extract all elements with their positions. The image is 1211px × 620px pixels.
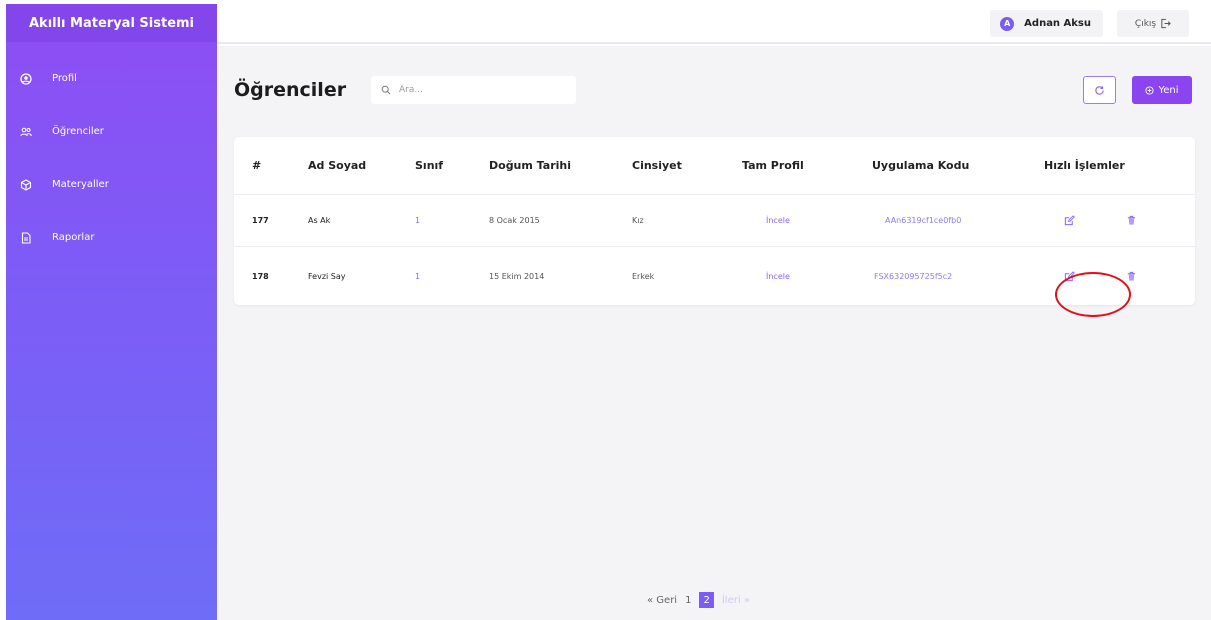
table-header: # Ad Soyad Sınıf Doğum Tarihi Cinsiyet T… xyxy=(234,137,1195,194)
row-id: 177 xyxy=(252,216,269,225)
user-menu[interactable]: A Adnan Aksu xyxy=(990,10,1103,37)
column-header: Uygulama Kodu xyxy=(872,159,970,172)
plus-circle-icon xyxy=(1145,85,1155,95)
cube-icon xyxy=(20,178,32,191)
search-input[interactable] xyxy=(399,85,559,95)
row-class: 1 xyxy=(415,216,421,225)
column-header: # xyxy=(252,159,262,172)
users-icon xyxy=(20,126,32,138)
sidebar-item-label: Profil xyxy=(52,73,77,84)
pagination-page-current[interactable]: 2 xyxy=(699,592,714,608)
logout-button[interactable]: Çıkış xyxy=(1117,10,1189,37)
sidebar-item-materyaller[interactable]: Materyaller xyxy=(6,158,217,211)
table-row: 177 As Ak 1 8 Ocak 2015 Kız İncele AAn63… xyxy=(234,194,1195,246)
row-class: 1 xyxy=(415,271,421,281)
search-icon xyxy=(381,85,391,95)
table-row: 178 Fevzi Say 1 15 Ekim 2014 Erkek İncel… xyxy=(234,246,1195,317)
trash-icon[interactable] xyxy=(1125,215,1137,227)
app-code: FSX632095725f5c2 xyxy=(874,271,953,281)
column-header: Sınıf xyxy=(415,159,444,172)
logout-label: Çıkış xyxy=(1134,18,1157,29)
page-title: Öğrenciler xyxy=(234,79,347,101)
user-name: Adnan Aksu xyxy=(1024,18,1091,29)
sidebar-item-label: Öğrenciler xyxy=(52,126,104,137)
row-id: 178 xyxy=(252,271,269,281)
user-circle-icon xyxy=(20,72,32,85)
column-header: Hızlı İşlemler xyxy=(1044,159,1125,172)
sidebar-item-raporlar[interactable]: Raporlar xyxy=(6,211,217,264)
edit-icon[interactable] xyxy=(1063,215,1075,227)
sidebar-nav: Profil Öğrenciler Materyaller Raporlar xyxy=(6,52,217,264)
view-profile-link[interactable]: İncele xyxy=(766,272,790,281)
row-birth-date: 8 Ocak 2015 xyxy=(489,216,540,225)
sidebar: Akıllı Materyal Sistemi Profil Öğrencile… xyxy=(6,4,217,620)
sidebar-item-profil[interactable]: Profil xyxy=(6,52,217,105)
row-name: As Ak xyxy=(308,216,331,225)
document-icon xyxy=(20,231,32,244)
trash-icon[interactable] xyxy=(1125,270,1137,282)
column-header: Ad Soyad xyxy=(308,159,367,172)
column-header: Tam Profil xyxy=(742,159,804,172)
pagination-page[interactable]: 1 xyxy=(685,595,691,606)
app-code: AAn6319cf1ce0fb0 xyxy=(885,216,962,225)
pagination-next[interactable]: İleri » xyxy=(722,595,750,606)
column-header: Doğum Tarihi xyxy=(489,159,571,172)
main-content: Öğrenciler Yeni # Ad Soyad Sınıf Doğum T… xyxy=(217,46,1211,620)
row-name: Fevzi Say xyxy=(308,271,346,281)
pagination: « Geri 1 2 İleri » xyxy=(647,592,758,608)
avatar: A xyxy=(1000,16,1015,31)
sidebar-item-label: Raporlar xyxy=(52,232,95,243)
refresh-icon xyxy=(1095,85,1104,95)
new-button[interactable]: Yeni xyxy=(1132,76,1192,104)
top-bar: A Adnan Aksu Çıkış xyxy=(217,4,1211,44)
refresh-button[interactable] xyxy=(1083,76,1116,104)
students-table: # Ad Soyad Sınıf Doğum Tarihi Cinsiyet T… xyxy=(234,137,1195,317)
row-gender: Kız xyxy=(632,216,644,225)
row-birth-date: 15 Ekim 2014 xyxy=(489,271,545,281)
sidebar-item-label: Materyaller xyxy=(52,179,109,190)
new-button-label: Yeni xyxy=(1158,84,1179,96)
row-gender: Erkek xyxy=(632,271,655,281)
sidebar-item-ogrenciler[interactable]: Öğrenciler xyxy=(6,105,217,158)
app-window: Akıllı Materyal Sistemi Profil Öğrencile… xyxy=(0,0,1211,620)
search-box[interactable] xyxy=(371,76,576,104)
app-title: Akıllı Materyal Sistemi xyxy=(6,4,217,42)
pagination-prev[interactable]: « Geri xyxy=(647,595,677,606)
logout-icon xyxy=(1161,18,1171,29)
highlight-circle xyxy=(1055,272,1131,317)
column-header: Cinsiyet xyxy=(632,159,682,172)
view-profile-link[interactable]: İncele xyxy=(766,216,790,225)
